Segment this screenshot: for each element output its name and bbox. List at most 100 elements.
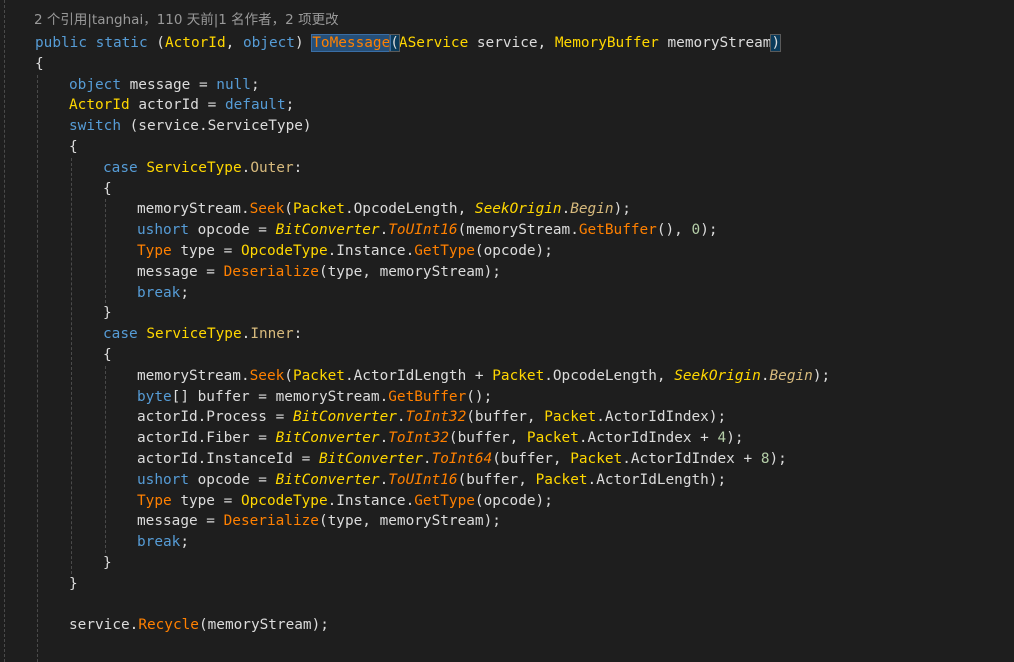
code-token: } <box>103 305 112 322</box>
code-token: ; <box>285 97 295 114</box>
code-token: . <box>760 367 770 384</box>
code-line[interactable]: } <box>103 553 112 574</box>
code-line[interactable]: public static (ActorId, object) ToMessag… <box>35 33 782 54</box>
code-token: ); <box>613 201 631 218</box>
code-token: opcode = <box>188 471 276 488</box>
indent-guide <box>4 0 5 662</box>
code-token: 8 <box>760 451 770 467</box>
code-line[interactable]: } <box>103 303 112 324</box>
code-token: (buffer, <box>492 451 571 467</box>
code-line[interactable]: memoryStream.Seek(Packet.OpcodeLength, S… <box>137 199 631 220</box>
code-line[interactable]: message = Deserialize(type, memoryStream… <box>137 262 501 283</box>
code-line[interactable]: { <box>103 345 112 366</box>
code-token: (); <box>466 388 493 405</box>
code-token: AService <box>398 35 469 51</box>
code-token: (type, memoryStream); <box>318 513 501 530</box>
code-token: Packet <box>526 430 579 447</box>
code-token: memoryStream <box>658 35 772 51</box>
code-token: Packet <box>292 201 345 218</box>
code-token: . <box>241 326 251 343</box>
code-token: object <box>69 76 121 93</box>
code-token: .ActorIdIndex + <box>622 451 761 467</box>
code-token: ServiceType <box>146 159 242 176</box>
code-token: GetBuffer <box>388 388 467 405</box>
code-token: (), <box>656 222 692 239</box>
code-token: ) <box>770 34 782 52</box>
code-token: break <box>137 534 181 551</box>
code-token: .ActorIdIndex + <box>578 430 718 447</box>
code-line[interactable]: message = Deserialize(type, memoryStream… <box>137 511 501 532</box>
code-line[interactable]: memoryStream.Seek(Packet.ActorIdLength +… <box>137 366 830 387</box>
code-token: ; <box>180 534 189 551</box>
code-token: ); <box>769 451 787 467</box>
code-token: ActorId <box>164 35 226 51</box>
code-token: , <box>225 35 243 51</box>
code-line[interactable]: { <box>35 54 44 75</box>
code-line[interactable]: actorId.InstanceId = BitConverter.ToInt6… <box>137 449 787 470</box>
codelens-references[interactable]: 2 个引用|tanghai，110 天前|1 名作者，2 项更改 <box>34 10 339 31</box>
code-line[interactable]: byte[] buffer = memoryStream.GetBuffer()… <box>137 387 492 408</box>
code-token: .Instance. <box>327 492 415 509</box>
code-line[interactable]: Type type = OpcodeType.Instance.GetType(… <box>137 491 553 512</box>
code-token: service, <box>468 35 555 51</box>
code-token: ToInt32 <box>405 409 467 426</box>
code-token: SeekOrigin <box>674 367 761 384</box>
code-line[interactable]: { <box>69 137 78 158</box>
code-line[interactable]: break; <box>137 283 189 304</box>
code-token: Packet <box>535 471 588 488</box>
code-token: 4 <box>717 430 727 447</box>
code-token: (type, memoryStream); <box>318 263 501 280</box>
code-token: actorId.Process = <box>137 409 293 426</box>
code-line[interactable]: actorId.Fiber = BitConverter.ToInt32(buf… <box>137 428 744 449</box>
code-token: Packet <box>492 367 545 384</box>
code-line[interactable]: service.Recycle(memoryStream); <box>69 615 329 636</box>
code-line[interactable]: ActorId actorId = default; <box>69 95 294 116</box>
code-line[interactable]: Type type = OpcodeType.Instance.GetType(… <box>137 241 553 262</box>
code-token: ( <box>284 367 293 384</box>
code-token: Packet <box>544 409 597 426</box>
code-token: ActorId <box>69 97 130 114</box>
code-token: ServiceType <box>146 326 242 343</box>
indent-guide <box>71 157 72 574</box>
code-token: . <box>241 159 251 176</box>
code-token: ushort <box>137 222 189 239</box>
code-token: ToInt64 <box>431 451 493 467</box>
code-line[interactable]: object message = null; <box>69 75 260 96</box>
code-token: memoryStream. <box>137 201 250 218</box>
code-line[interactable]: actorId.Process = BitConverter.ToInt32(b… <box>137 407 726 428</box>
code-line[interactable]: } <box>69 574 78 595</box>
code-token: Deserialize <box>223 513 319 530</box>
code-line[interactable]: ushort opcode = BitConverter.ToUInt16(me… <box>137 220 718 241</box>
code-token: . <box>396 409 406 426</box>
code-line[interactable]: break; <box>137 532 189 553</box>
code-editor[interactable]: 2 个引用|tanghai，110 天前|1 名作者，2 项更改 public … <box>0 0 1014 662</box>
code-token: message = <box>137 513 224 530</box>
code-line[interactable]: switch (service.ServiceType) <box>69 116 312 137</box>
code-token: actorId.InstanceId = <box>137 451 319 467</box>
code-token: ); <box>700 222 718 239</box>
code-token: Seek <box>249 367 285 384</box>
code-token: { <box>69 139 78 155</box>
code-token: opcode = <box>188 222 276 239</box>
code-line[interactable]: case ServiceType.Inner: <box>103 324 302 345</box>
code-token: ); <box>812 367 831 384</box>
code-token: message = <box>120 76 217 93</box>
code-token: (buffer, <box>457 471 536 488</box>
code-line[interactable]: ushort opcode = BitConverter.ToUInt16(bu… <box>137 470 726 491</box>
code-token: Inner <box>250 326 294 343</box>
code-token: .ActorIdLength); <box>587 471 727 488</box>
code-token: message = <box>137 263 224 280</box>
code-line[interactable]: { <box>103 179 112 200</box>
code-token: GetType <box>414 243 475 259</box>
code-token: case <box>103 326 138 343</box>
code-token: Outer <box>250 159 294 176</box>
code-token: ToUInt16 <box>388 471 458 488</box>
code-token: MemoryBuffer <box>554 35 659 51</box>
code-token: type = <box>171 243 241 259</box>
code-token: .Instance. <box>327 243 415 259</box>
code-token: service. <box>69 617 139 634</box>
code-token: BitConverter <box>275 430 380 447</box>
code-token: .OpcodeLength, <box>344 201 475 218</box>
code-line[interactable]: case ServiceType.Outer: <box>103 158 302 179</box>
